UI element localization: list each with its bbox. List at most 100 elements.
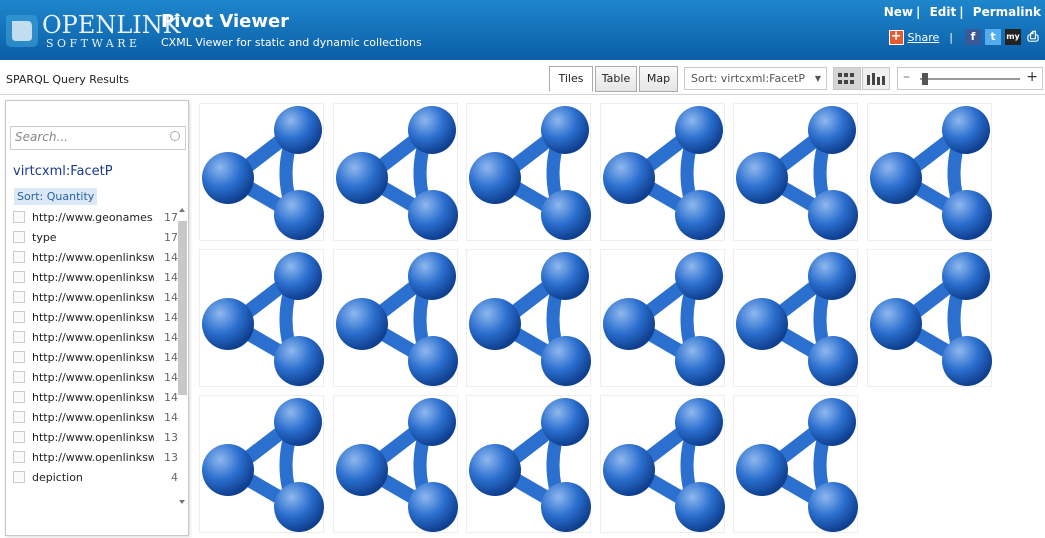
rdf-molecule-icon bbox=[202, 252, 324, 386]
result-tile[interactable] bbox=[733, 395, 858, 533]
facet-item-label: depiction bbox=[32, 471, 83, 484]
app-title: Pivot Viewer bbox=[161, 11, 290, 32]
facet-checkbox[interactable] bbox=[13, 371, 25, 383]
openlink-logo[interactable]: OPENLINK SOFTWARE bbox=[4, 9, 181, 51]
facet-item-label: type bbox=[32, 231, 57, 244]
twitter-icon[interactable]: t bbox=[985, 29, 1001, 45]
facet-checkbox[interactable] bbox=[13, 431, 25, 443]
facet-item-label: http://www.openlinksw.com bbox=[32, 451, 154, 464]
facet-item-count: 17 bbox=[164, 211, 178, 224]
facet-item-label: http://www.openlinksw.com bbox=[32, 311, 154, 324]
facet-item[interactable]: http://www.openlinksw.com 14 bbox=[12, 408, 178, 428]
new-link[interactable]: New bbox=[884, 5, 913, 19]
zoom-out-icon[interactable]: – bbox=[903, 69, 910, 85]
result-tile[interactable] bbox=[199, 103, 324, 241]
permalink-link[interactable]: Permalink bbox=[973, 5, 1041, 19]
facet-checkbox[interactable] bbox=[13, 311, 25, 323]
facet-checkbox[interactable] bbox=[13, 231, 25, 243]
tab-tiles[interactable]: Tiles bbox=[549, 66, 593, 92]
sort-dropdown[interactable]: Sort: virtcxml:FacetP ▼ bbox=[684, 67, 827, 90]
facet-item-count: 17 bbox=[164, 231, 178, 244]
search-input[interactable]: Search... bbox=[10, 126, 186, 150]
result-tile[interactable] bbox=[733, 103, 858, 241]
facet-item[interactable]: http://www.geonames.org 17 bbox=[12, 208, 178, 228]
facet-item[interactable]: http://www.openlinksw.com 14 bbox=[12, 368, 178, 388]
facet-checkbox[interactable] bbox=[13, 411, 25, 423]
facet-checkbox[interactable] bbox=[13, 331, 25, 343]
zoom-in-icon[interactable]: + bbox=[1026, 69, 1038, 85]
facet-checkbox[interactable] bbox=[13, 451, 25, 463]
facet-item[interactable]: http://www.openlinksw.com 13 bbox=[12, 428, 178, 448]
zoom-slider-thumb[interactable] bbox=[922, 73, 928, 85]
facet-sort-toggle[interactable]: Sort: Quantity bbox=[14, 188, 98, 205]
result-tile[interactable] bbox=[466, 249, 591, 387]
result-tile[interactable] bbox=[733, 249, 858, 387]
logo-subtext: SOFTWARE bbox=[46, 37, 141, 50]
tab-map[interactable]: Map bbox=[639, 66, 678, 92]
facet-list: http://www.geonames.org17type17http://ww… bbox=[12, 208, 178, 488]
facet-checkbox[interactable] bbox=[13, 391, 25, 403]
facet-scrollbar[interactable] bbox=[178, 208, 187, 508]
scroll-up-icon[interactable] bbox=[179, 208, 185, 212]
facet-item[interactable]: http://www.openlinksw.com 14 bbox=[12, 248, 178, 268]
facet-category-title[interactable]: virtcxml:FacetP bbox=[13, 164, 113, 179]
app-header: OPENLINK SOFTWARE Pivot Viewer CXML View… bbox=[0, 0, 1045, 60]
toolbar: SPARQL Query Results Tiles Table Map Sor… bbox=[0, 62, 1045, 95]
facet-item[interactable]: http://www.openlinksw.com 14 bbox=[12, 348, 178, 368]
facet-item[interactable]: http://www.openlinksw.com 14 bbox=[12, 328, 178, 348]
facet-item[interactable]: http://www.openlinksw.com 14 bbox=[12, 268, 178, 288]
rdf-molecule-icon bbox=[602, 106, 725, 240]
edit-link[interactable]: Edit bbox=[930, 5, 957, 19]
result-tile[interactable] bbox=[332, 395, 458, 533]
rdf-molecule-icon bbox=[869, 106, 992, 240]
rdf-molecule-icon bbox=[469, 398, 591, 532]
result-tile[interactable] bbox=[199, 395, 324, 533]
zoom-slider-track[interactable] bbox=[920, 78, 1020, 80]
app-subtitle: CXML Viewer for static and dynamic colle… bbox=[161, 36, 422, 49]
histogram-view-button[interactable] bbox=[862, 67, 890, 90]
rdf-molecule-icon bbox=[736, 106, 858, 240]
facet-item-count: 14 bbox=[164, 271, 178, 284]
scroll-thumb[interactable] bbox=[178, 221, 187, 395]
facet-item-label: http://www.openlinksw.com bbox=[32, 411, 154, 424]
result-tile[interactable] bbox=[199, 249, 324, 387]
result-tile[interactable] bbox=[466, 395, 591, 533]
result-tile[interactable] bbox=[866, 103, 992, 241]
facet-item-count: 13 bbox=[164, 431, 178, 444]
myspace-icon[interactable]: my bbox=[1005, 29, 1021, 45]
facet-checkbox[interactable] bbox=[13, 351, 25, 363]
bar-chart-icon bbox=[867, 72, 885, 85]
grid-view-button[interactable] bbox=[833, 67, 861, 90]
facet-item[interactable]: http://www.openlinksw.com 14 bbox=[12, 388, 178, 408]
scroll-down-icon[interactable] bbox=[179, 500, 185, 504]
facet-item[interactable]: http://www.openlinksw.com 14 bbox=[12, 288, 178, 308]
facet-item[interactable]: depiction 4 bbox=[12, 468, 178, 488]
print-icon[interactable]: ⎙ bbox=[1025, 29, 1041, 45]
result-tile[interactable] bbox=[466, 103, 591, 241]
rdf-molecule-icon bbox=[736, 398, 858, 532]
search-icon[interactable] bbox=[170, 131, 180, 141]
result-tile[interactable] bbox=[332, 103, 458, 241]
facet-item-count: 13 bbox=[164, 451, 178, 464]
facebook-icon[interactable]: f bbox=[965, 29, 981, 45]
sort-dropdown-label: Sort: virtcxml:FacetP bbox=[691, 72, 806, 85]
facet-item[interactable]: type 17 bbox=[12, 228, 178, 248]
result-tile[interactable] bbox=[866, 249, 992, 387]
facet-item[interactable]: http://www.openlinksw.com 13 bbox=[12, 448, 178, 468]
result-tile[interactable] bbox=[599, 249, 725, 387]
facet-checkbox[interactable] bbox=[13, 291, 25, 303]
facet-checkbox[interactable] bbox=[13, 471, 25, 483]
result-tile[interactable] bbox=[599, 395, 725, 533]
facet-checkbox[interactable] bbox=[13, 271, 25, 283]
share-link[interactable]: Share bbox=[908, 31, 940, 44]
share-plus-icon[interactable]: + bbox=[888, 29, 904, 45]
tab-table[interactable]: Table bbox=[595, 66, 637, 92]
facet-item[interactable]: http://www.openlinksw.com 14 bbox=[12, 308, 178, 328]
result-tile[interactable] bbox=[332, 249, 458, 387]
facet-checkbox[interactable] bbox=[13, 211, 25, 223]
result-tile[interactable] bbox=[599, 103, 725, 241]
facet-checkbox[interactable] bbox=[13, 251, 25, 263]
facet-item-label: http://www.geonames.org bbox=[32, 211, 154, 224]
facet-item-count: 4 bbox=[171, 471, 178, 484]
facet-item-count: 14 bbox=[164, 311, 178, 324]
